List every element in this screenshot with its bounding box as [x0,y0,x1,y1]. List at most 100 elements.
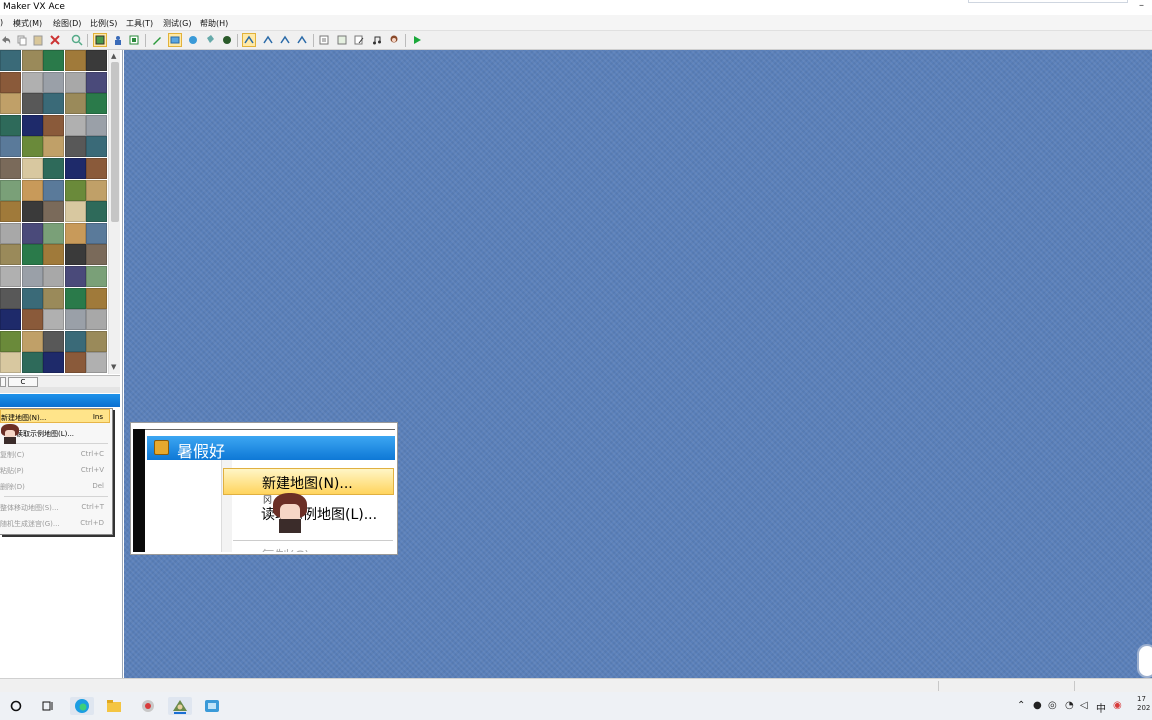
tile[interactable] [86,352,108,374]
tile[interactable] [21,93,43,115]
panel-divider[interactable] [0,387,120,393]
map-tree-header[interactable] [0,394,120,407]
tile[interactable] [86,50,108,71]
tile[interactable] [64,244,86,266]
menu-item-generate-dungeon[interactable]: 随机生成迷宫(G)... Ctrl+D [0,516,110,530]
tile[interactable] [86,222,108,244]
tile[interactable] [21,244,43,266]
tile[interactable] [43,352,65,374]
map-canvas[interactable] [124,50,1152,678]
tab-c[interactable]: C [8,377,38,387]
tile[interactable] [0,71,21,93]
menu-draw[interactable]: 绘图(D) [53,18,81,29]
undo-icon[interactable] [0,34,12,46]
menu-item-new-map[interactable]: 新建地图(N)... Ins [0,409,110,423]
pass-icon[interactable] [128,34,140,46]
network-icon[interactable]: ◎ [1048,700,1057,711]
tile[interactable] [43,330,65,352]
app-tray-icon[interactable]: ◉ [1113,700,1122,711]
flood-fill-icon[interactable] [204,34,216,46]
tile[interactable] [86,71,108,93]
tile[interactable] [43,158,65,179]
tile[interactable] [64,50,86,71]
wifi-icon[interactable]: ◔ [1065,700,1074,711]
tile[interactable] [43,71,65,93]
tile[interactable] [21,201,43,223]
tile[interactable] [86,93,108,115]
search-icon[interactable] [71,34,83,46]
tile[interactable] [43,309,65,331]
tile[interactable] [86,309,108,331]
tile[interactable] [21,179,43,201]
tile[interactable] [21,309,43,331]
tile[interactable] [0,93,21,115]
ime-indicator[interactable]: 中 [1096,700,1106,715]
layer-map-icon[interactable] [93,33,107,47]
tileset-palette[interactable] [0,50,108,374]
menu-mode[interactable]: 模式(M) [13,18,42,29]
tile[interactable] [0,266,21,287]
floating-assistant-icon[interactable] [1137,644,1152,678]
tile[interactable] [43,244,65,266]
layer-event-icon[interactable] [112,34,124,46]
tile[interactable] [43,266,65,287]
menu-help[interactable]: 帮助(H) [200,18,228,29]
tile[interactable] [21,352,43,374]
tile[interactable] [64,158,86,179]
tile[interactable] [43,287,65,309]
tile[interactable] [86,330,108,352]
zoom-1-8-icon[interactable] [296,34,308,46]
tile[interactable] [86,158,108,179]
minimize-button[interactable]: – [1139,0,1144,11]
tile[interactable] [64,136,86,158]
tile[interactable] [86,287,108,309]
taskbar-app-rpg-maker[interactable] [168,697,192,715]
tile[interactable] [64,266,86,287]
zoom-1-4-icon[interactable] [279,34,291,46]
tile[interactable] [64,309,86,331]
title-search-box[interactable] [968,0,1128,3]
system-clock[interactable]: 17 202 [1137,695,1150,713]
tile[interactable] [0,222,21,244]
zoom-menu-item-copy[interactable]: 复制(C) [223,542,394,552]
menu-item-paste[interactable]: 粘贴(P) Ctrl+V [0,463,110,477]
copy-icon[interactable] [16,34,28,46]
file-explorer-icon[interactable] [105,697,123,715]
tile[interactable] [86,244,108,266]
scroll-thumb[interactable] [111,62,119,222]
tile[interactable] [43,179,65,201]
tile[interactable] [21,222,43,244]
paste-icon[interactable] [32,34,44,46]
scroll-down-icon[interactable]: ▼ [111,363,116,371]
zoom-menu-item-load-sample[interactable]: 读取示例地图(L)... [223,500,394,527]
tile[interactable] [43,114,65,136]
menu-tools[interactable]: 工具(T) [126,18,153,29]
tile[interactable] [0,158,21,179]
tile[interactable] [0,136,21,158]
database-icon[interactable] [318,34,330,46]
tile[interactable] [86,266,108,287]
tile[interactable] [43,201,65,223]
tile[interactable] [21,266,43,287]
chevron-up-icon[interactable]: ⌃ [1017,700,1025,711]
tile[interactable] [21,114,43,136]
delete-icon[interactable] [49,34,61,46]
zoom-1-1-icon[interactable] [242,33,256,47]
tile[interactable] [43,93,65,115]
speaker-icon[interactable]: ◁ [1080,700,1088,711]
menu-item-shift-map[interactable]: 整体移动地图(S)... Ctrl+T [0,500,110,514]
tile[interactable] [21,136,43,158]
script-editor-icon[interactable] [353,34,365,46]
ellipse-icon[interactable] [187,34,199,46]
shadow-pen-icon[interactable] [221,34,233,46]
tile[interactable] [21,330,43,352]
menu-scale[interactable]: 比例(S) [90,18,117,29]
tile[interactable] [43,222,65,244]
tile[interactable] [64,71,86,93]
tile[interactable] [43,50,65,71]
tile[interactable] [64,93,86,115]
tile[interactable] [0,287,21,309]
tile[interactable] [64,114,86,136]
tile[interactable] [64,330,86,352]
tile[interactable] [43,136,65,158]
